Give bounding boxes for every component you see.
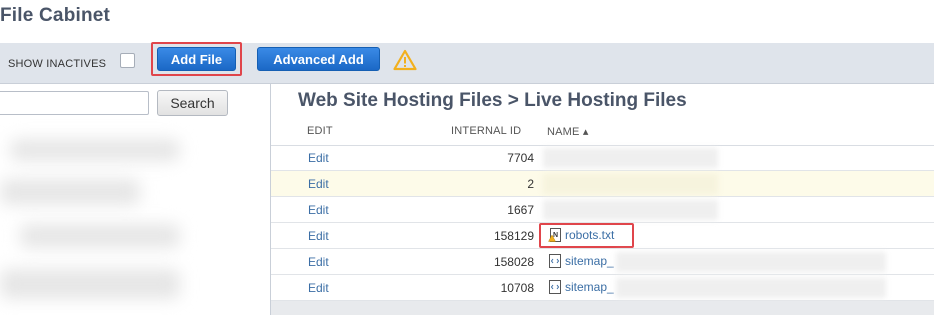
table-row: Edit 10708 sitemap_ xyxy=(271,275,934,301)
table-header: EDIT INTERNAL ID NAME ▴ xyxy=(271,118,934,146)
blurred-folder-item xyxy=(0,179,140,205)
toolbar: SHOW INACTIVES xyxy=(0,43,934,84)
table-row: Edit 158028 sitemap_ xyxy=(271,249,934,275)
edit-link[interactable]: Edit xyxy=(308,177,329,191)
internal-id: 10708 xyxy=(500,281,534,295)
edit-link[interactable]: Edit xyxy=(308,281,329,295)
sitemap-file-link[interactable]: sitemap_ xyxy=(548,254,614,268)
show-inactives-checkbox[interactable] xyxy=(120,53,135,68)
table-footer xyxy=(271,301,934,315)
add-file-highlight xyxy=(151,42,242,76)
header-edit[interactable]: EDIT xyxy=(307,125,333,137)
blurred-file-name xyxy=(616,278,886,298)
blurred-file-name xyxy=(543,200,718,220)
robots-highlight xyxy=(539,223,634,248)
file-name-text: sitemap_ xyxy=(565,280,614,294)
internal-id: 1667 xyxy=(507,203,534,217)
internal-id: 7704 xyxy=(507,151,534,165)
blurred-file-name xyxy=(543,174,718,194)
edit-link[interactable]: Edit xyxy=(308,255,329,269)
blurred-folder-item xyxy=(0,269,180,299)
blurred-folder-item xyxy=(10,139,180,161)
table-row: Edit 1667 xyxy=(271,197,934,223)
table-row: Edit 7704 xyxy=(271,145,934,171)
search-button[interactable]: Search xyxy=(157,90,228,116)
file-name-text: sitemap_ xyxy=(565,254,614,268)
sitemap-file-link[interactable]: sitemap_ xyxy=(548,280,614,294)
search-input[interactable] xyxy=(0,91,149,115)
internal-id: 2 xyxy=(527,177,534,191)
show-inactives-label: SHOW INACTIVES xyxy=(8,58,107,70)
folder-tree-panel xyxy=(0,84,270,315)
folder-path-title: Web Site Hosting Files > Live Hosting Fi… xyxy=(298,90,687,111)
internal-id: 158129 xyxy=(493,229,534,243)
blurred-file-name xyxy=(543,148,718,168)
advanced-add-button[interactable]: Advanced Add xyxy=(257,47,380,71)
warning-triangle-icon[interactable] xyxy=(393,49,417,71)
internal-id: 158028 xyxy=(493,255,534,269)
page-title: File Cabinet xyxy=(0,5,111,26)
header-internal-id[interactable]: INTERNAL ID xyxy=(451,125,521,137)
xml-file-icon xyxy=(549,280,561,294)
blurred-folder-item xyxy=(20,224,180,248)
edit-link[interactable]: Edit xyxy=(308,151,329,165)
header-name[interactable]: NAME ▴ xyxy=(547,125,589,138)
table-row: Edit 2 xyxy=(271,171,934,197)
xml-file-icon xyxy=(549,254,561,268)
table-row: Edit 158129 N robots.txt xyxy=(271,223,934,249)
edit-link[interactable]: Edit xyxy=(308,229,329,243)
edit-link[interactable]: Edit xyxy=(308,203,329,217)
blurred-file-name xyxy=(616,252,886,272)
